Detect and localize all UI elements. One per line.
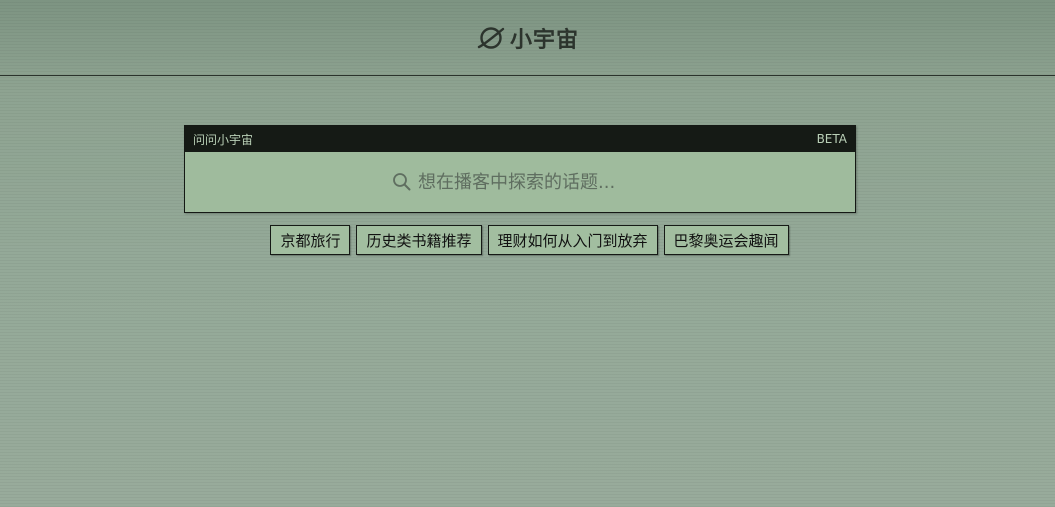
ask-panel: 问问小宇宙 BETA <box>184 125 856 213</box>
ask-panel-title: 问问小宇宙 <box>193 132 254 147</box>
search-area[interactable] <box>185 152 855 212</box>
suggestion-chip-finance[interactable]: 理财如何从入门到放弃 <box>487 225 658 255</box>
suggestion-list: 京都旅行 历史类书籍推荐 理财如何从入门到放弃 巴黎奥运会趣闻 <box>0 225 1055 255</box>
suggestion-chip-history-books[interactable]: 历史类书籍推荐 <box>356 225 482 255</box>
brand-logo[interactable]: 小宇宙 <box>476 22 579 54</box>
brand-name: 小宇宙 <box>509 27 579 53</box>
ask-panel-header: 问问小宇宙 BETA <box>185 126 855 152</box>
planet-icon <box>477 26 505 49</box>
top-header: 小宇宙 <box>0 0 1055 76</box>
beta-badge: BETA <box>816 132 847 146</box>
search-icon <box>393 173 411 191</box>
search-input[interactable] <box>418 171 648 193</box>
suggestion-chip-paris-olympics[interactable]: 巴黎奥运会趣闻 <box>663 225 789 255</box>
suggestion-chip-kyoto[interactable]: 京都旅行 <box>270 225 351 255</box>
